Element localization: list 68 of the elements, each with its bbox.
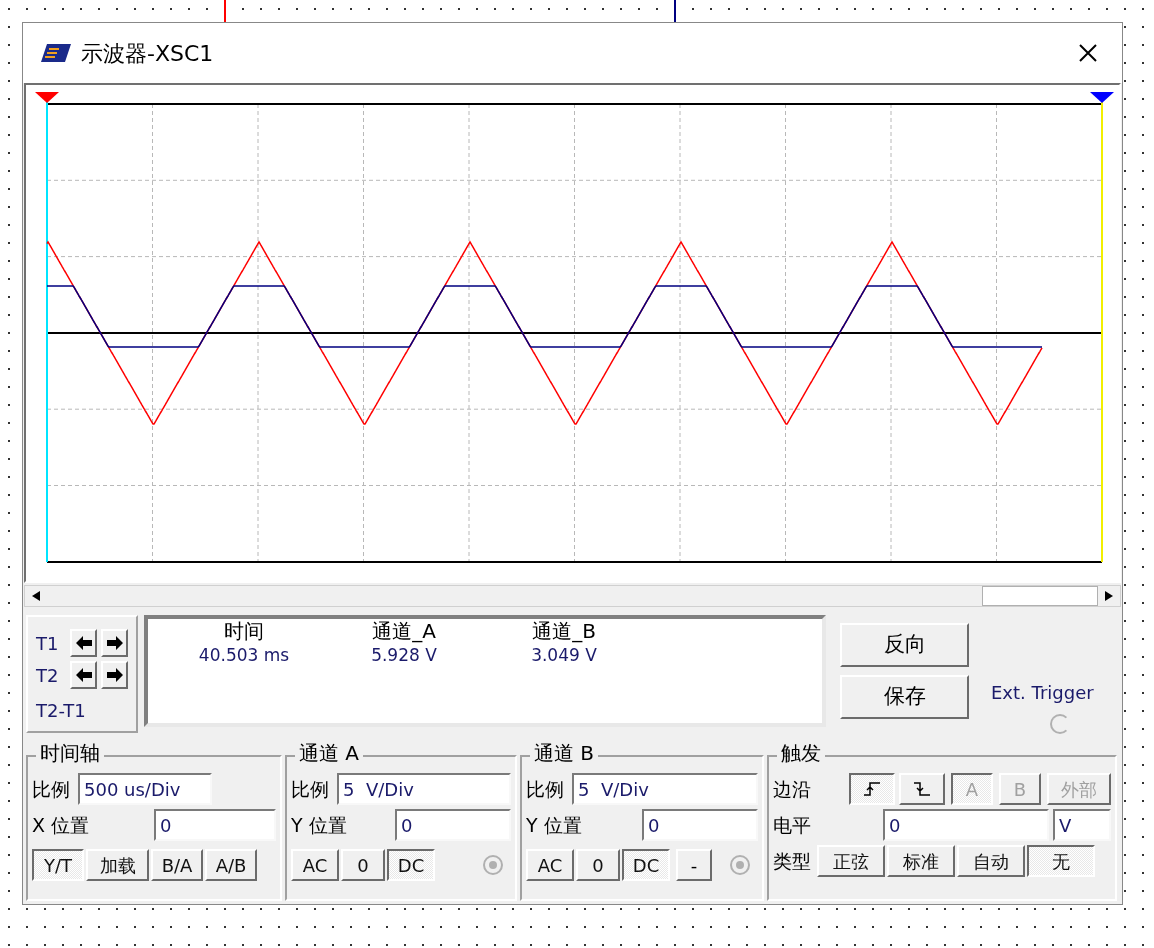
group-title: 通道 A	[295, 741, 364, 765]
left-arrow-button[interactable]	[70, 629, 98, 657]
action-button[interactable]: 保存	[840, 675, 969, 719]
position-field[interactable]: 0	[154, 809, 276, 841]
toggle-button[interactable]: AC	[291, 849, 339, 881]
field-label: 比例	[32, 776, 70, 802]
toggle-button[interactable]: 加载	[86, 849, 149, 881]
toggle-button[interactable]: DC	[387, 849, 435, 881]
wire-line	[224, 0, 226, 22]
scale-field[interactable]: 500 us/Div	[78, 773, 212, 805]
readout-header: 通道_B	[532, 619, 596, 643]
toggle-button[interactable]: Y/T	[32, 849, 84, 881]
toggle-button[interactable]: 正弦	[817, 845, 885, 877]
field-label: 比例	[291, 776, 329, 802]
action-button[interactable]: 反向	[840, 623, 969, 667]
radio-icon	[730, 855, 750, 875]
close-icon	[1078, 43, 1098, 63]
left-arrow-icon	[75, 636, 92, 650]
oscilloscope-icon	[39, 42, 73, 64]
level-field[interactable]: 0	[883, 809, 1049, 841]
toggle-button[interactable]: A/B	[205, 849, 257, 881]
toggle-button[interactable]: DC	[622, 849, 670, 881]
scale-field[interactable]: 5 V/Div	[337, 773, 511, 805]
toggle-button[interactable]: 自动	[957, 845, 1025, 877]
toggle-button[interactable]: 0	[341, 849, 385, 881]
cursor-label: T1	[36, 631, 60, 656]
toggle-button[interactable]: B/A	[151, 849, 203, 881]
right-arrow-button[interactable]	[101, 629, 128, 657]
field-label: 边沿	[773, 776, 811, 802]
field-label: Y 位置	[526, 812, 582, 838]
scale-field[interactable]: 5 V/Div	[572, 773, 758, 805]
edge-button[interactable]	[849, 773, 895, 805]
falling-edge-icon	[913, 781, 931, 797]
scroll-bar[interactable]	[24, 585, 1121, 607]
position-field[interactable]: 0	[642, 809, 758, 841]
rising-edge-icon	[863, 781, 881, 797]
field-label: 比例	[526, 776, 564, 802]
field-label: 类型	[773, 848, 811, 874]
position-field[interactable]: 0	[395, 809, 511, 841]
right-arrow-button[interactable]	[101, 661, 128, 689]
group-title: 通道 B	[530, 741, 599, 765]
right-arrow-icon	[106, 668, 123, 682]
readout-header: 通道_A	[372, 619, 436, 643]
invert-button[interactable]: -	[676, 849, 712, 881]
left-arrow-icon	[75, 668, 92, 682]
unit-field[interactable]: V	[1053, 809, 1111, 841]
radio-icon	[483, 855, 503, 875]
field-label: Y 位置	[291, 812, 347, 838]
group-title: 触发	[777, 741, 825, 765]
cursor-label: T2	[36, 663, 60, 688]
scroll-thumb[interactable]	[982, 586, 1098, 606]
readout-value: 5.928 V	[371, 644, 437, 667]
cursor-label: T2-T1	[36, 699, 87, 723]
toggle-button[interactable]: 0	[576, 849, 620, 881]
toggle-button[interactable]: AC	[526, 849, 574, 881]
ext-trigger-label: Ext. Trigger	[991, 681, 1094, 705]
field-label: X 位置	[32, 812, 90, 838]
right-arrow-icon	[106, 636, 123, 650]
readout-value: 3.049 V	[531, 644, 597, 667]
readout-header: 时间	[224, 619, 264, 643]
group-title: 时间轴	[36, 741, 104, 765]
left-arrow-button[interactable]	[70, 661, 98, 689]
field-label: 电平	[773, 812, 811, 838]
readout-value: 40.503 ms	[198, 644, 290, 667]
window-title: 示波器-XSC1	[81, 39, 214, 68]
wire-line	[674, 0, 676, 22]
toggle-button[interactable]: 标准	[887, 845, 955, 877]
toggle-button[interactable]: 无	[1027, 845, 1095, 877]
